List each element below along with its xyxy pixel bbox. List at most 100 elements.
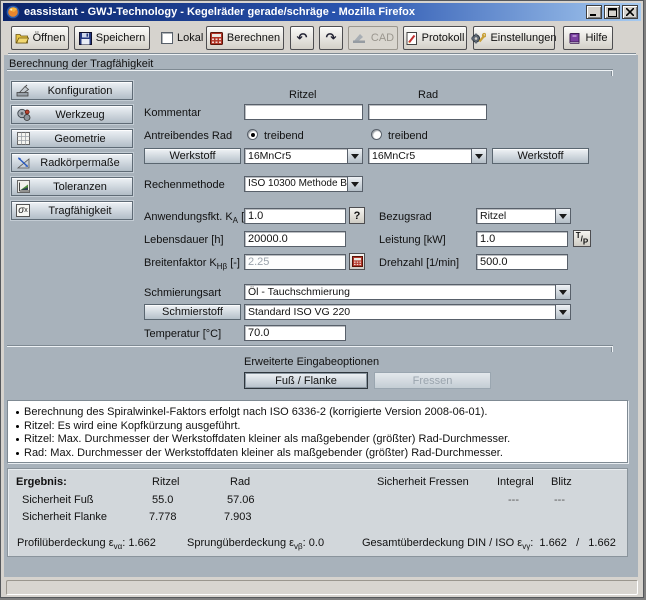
fuss-flanke-button[interactable]: Fuß / Flanke — [244, 372, 368, 389]
kommentar-label: Kommentar — [144, 107, 201, 119]
undo-button[interactable]: ↶ — [290, 26, 314, 50]
dropdown-button[interactable] — [471, 149, 486, 163]
save-button[interactable]: Speichern — [74, 26, 150, 50]
werkstoff-rad-button[interactable]: Werkstoff — [492, 148, 589, 164]
schmierungsart-label: Schmierungsart — [144, 287, 222, 299]
sicherheit-fuss-label: Sicherheit Fuß — [22, 494, 94, 506]
question-mark-icon: ? — [353, 209, 361, 222]
sidebar-item-toleranzen[interactable]: Toleranzen — [11, 177, 133, 196]
calculate-button-label: Berechnen — [226, 32, 281, 44]
status-bar-field — [6, 580, 638, 595]
sprunguberdeckung-value: Sprungüberdeckung εvβ: 0.0 — [187, 537, 325, 552]
title-bar[interactable]: eassistant - GWJ-Technology - Kegelräder… — [3, 3, 641, 21]
bullet-icon — [16, 411, 19, 414]
chevron-down-icon — [559, 289, 567, 295]
sidebar-item-tragfaehigkeit[interactable]: σx Tragfähigkeit — [11, 201, 133, 220]
local-checkbox[interactable] — [161, 32, 173, 44]
form-divider — [7, 345, 613, 347]
werkstoff-button-label: Werkstoff — [517, 150, 564, 162]
schmierungsart-select[interactable]: Öl - Tauchschmierung — [244, 284, 571, 300]
fressen-button: Fressen — [374, 372, 491, 389]
message-text: Ritzel: Max. Durchmesser der Werkstoffda… — [24, 433, 511, 445]
help-button[interactable]: Hilfe — [563, 26, 613, 50]
schmierstoff-select[interactable]: Standard ISO VG 220 — [244, 304, 571, 320]
sidebar-item-label: Radkörpermaße — [40, 156, 120, 169]
kommentar-rad-input[interactable] — [368, 104, 487, 120]
schmierstoff-value: Standard ISO VG 220 — [248, 306, 351, 318]
dropdown-button[interactable] — [347, 149, 362, 163]
rechenmethode-value: ISO 10300 Methode B1 — [248, 178, 347, 189]
protocol-document-icon — [406, 31, 418, 45]
message-row: Ritzel: Es wird eine Kopfkürzung ausgefü… — [16, 420, 619, 434]
werkstoff-ritzel-select[interactable]: 16MnCr5 — [244, 148, 363, 164]
anwendungsfaktor-label: Anwendungsfkt. KA [-] — [144, 211, 251, 226]
window-title: eassistant - GWJ-Technology - Kegelräder… — [24, 6, 416, 18]
dropdown-button[interactable] — [347, 177, 362, 191]
bezugsrad-select[interactable]: Ritzel — [476, 208, 571, 224]
dimension-ruler-icon — [15, 155, 31, 170]
sidebar-item-geometrie[interactable]: Geometrie — [11, 129, 133, 148]
sidebar-item-radkoerpermasse[interactable]: Radkörpermaße — [11, 153, 133, 172]
werkstoff-ritzel-button[interactable]: Werkstoff — [144, 148, 241, 164]
cad-button: CAD — [348, 26, 398, 50]
werkstoff-ritzel-value: 16MnCr5 — [248, 150, 292, 162]
settings-gear-icon — [471, 32, 487, 45]
save-floppy-icon — [78, 31, 92, 45]
tolerance-chart-icon — [15, 179, 31, 194]
torque-power-toggle-button[interactable]: T/P — [573, 230, 591, 247]
help-book-icon — [568, 32, 581, 45]
sidebar-item-label: Konfiguration — [47, 84, 113, 97]
dropdown-button[interactable] — [555, 209, 570, 223]
settings-button[interactable]: Einstellungen — [471, 26, 557, 50]
breitenfaktor-calculator-button[interactable] — [349, 253, 365, 270]
results-title: Ergebnis: — [16, 476, 67, 488]
dropdown-button[interactable] — [555, 305, 570, 319]
schmierstoff-button[interactable]: Schmierstoff — [144, 304, 241, 320]
dropdown-button[interactable] — [555, 285, 570, 299]
sidebar-item-werkzeug[interactable]: Werkzeug — [11, 105, 133, 124]
calculate-button[interactable]: Berechnen — [206, 26, 284, 50]
cad-button-label: CAD — [370, 32, 395, 44]
breitenfaktor-label: Breitenfaktor KHβ [-] — [144, 257, 240, 272]
redo-button[interactable]: ↷ — [319, 26, 343, 50]
open-button[interactable]: Öffnen — [11, 26, 69, 50]
sidebar-item-label: Werkzeug — [55, 108, 105, 121]
minimize-button[interactable] — [586, 5, 602, 19]
toolbar: Öffnen Speichern Lokal Berechnen ↶ ↷ CAD… — [3, 22, 641, 54]
treibend-ritzel-radio[interactable] — [247, 129, 258, 140]
column-header-ritzel: Ritzel — [289, 89, 317, 101]
chevron-down-icon — [351, 181, 359, 187]
window-controls — [586, 5, 638, 19]
treibend-ritzel-label: treibend — [264, 130, 304, 142]
werkstoff-rad-select[interactable]: 16MnCr5 — [368, 148, 487, 164]
rechenmethode-label: Rechenmethode — [144, 179, 225, 191]
results-col-fressen: Sicherheit Fressen — [377, 476, 469, 488]
grid-icon — [15, 131, 31, 146]
treibend-rad-radio[interactable] — [371, 129, 382, 140]
message-row: Berechnung des Spiralwinkel-Faktors erfo… — [16, 406, 619, 420]
kommentar-ritzel-input[interactable] — [244, 104, 363, 120]
lebensdauer-input[interactable] — [244, 231, 346, 247]
bezugsrad-value: Ritzel — [480, 210, 507, 222]
protocol-button[interactable]: Protokoll — [403, 26, 467, 50]
bezugsrad-label: Bezugsrad — [379, 211, 432, 223]
rechenmethode-select[interactable]: ISO 10300 Methode B1 — [244, 176, 363, 192]
bullet-icon — [16, 438, 19, 441]
ka-help-button[interactable]: ? — [349, 207, 365, 224]
temperatur-input[interactable] — [244, 325, 346, 341]
message-text: Rad: Max. Durchmesser der Werkstoffdaten… — [24, 446, 503, 459]
drehzahl-input[interactable] — [476, 254, 568, 270]
sidebar-item-konfiguration[interactable]: Konfiguration — [11, 81, 133, 100]
leistung-input[interactable] — [476, 231, 568, 247]
save-button-label: Speichern — [95, 32, 146, 44]
schmierstoff-button-label: Schmierstoff — [162, 306, 223, 318]
small-calculator-icon — [351, 256, 363, 267]
leistung-label: Leistung [kW] — [379, 234, 446, 246]
close-button[interactable] — [622, 5, 638, 19]
gears-icon — [15, 107, 31, 122]
maximize-button[interactable] — [604, 5, 620, 19]
sidebar-item-label: Tragfähigkeit — [48, 204, 112, 217]
treibend-rad-label: treibend — [388, 130, 428, 142]
local-checkbox-label: Lokal — [177, 32, 204, 44]
anwendungsfaktor-input[interactable] — [244, 208, 346, 224]
